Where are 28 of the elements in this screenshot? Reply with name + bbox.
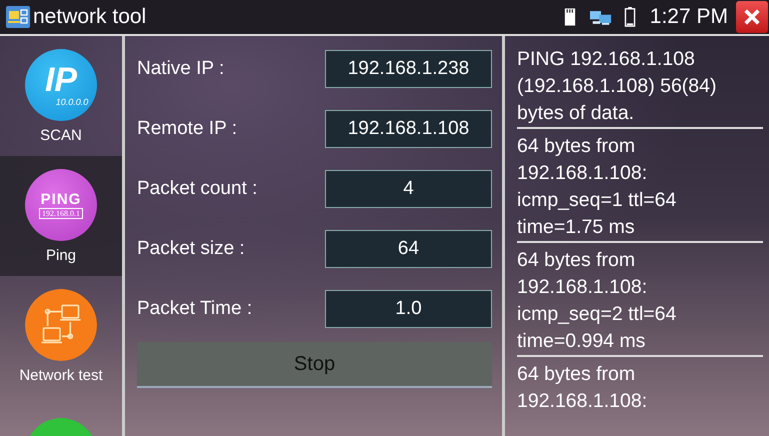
computers-icon bbox=[25, 288, 97, 360]
close-button[interactable] bbox=[736, 1, 768, 33]
ip-scan-icon: IP 10.0.0.0 bbox=[25, 48, 97, 120]
input-field[interactable]: 4 bbox=[325, 170, 492, 208]
app-icon bbox=[6, 6, 30, 28]
sd-card-icon bbox=[564, 7, 576, 27]
sidebar-item[interactable]: IP 10.0.0.0 SCAN bbox=[0, 36, 122, 156]
clock-time: 1:27 PM bbox=[650, 5, 728, 29]
log-entry: PING 192.168.1.108 (192.168.1.108) 56(84) bytes of data. bbox=[517, 46, 763, 129]
field-label: Packet size : bbox=[137, 238, 245, 260]
ping-icon: PING 192.168.0.1 bbox=[25, 168, 97, 240]
field-label: Remote IP : bbox=[137, 118, 237, 140]
field-label: Packet count : bbox=[137, 178, 258, 200]
sidebar-item[interactable]: PING 192.168.0.1 Ping bbox=[0, 156, 122, 276]
sidebar-item[interactable]: Network test bbox=[0, 276, 122, 396]
input-field[interactable]: 1.0 bbox=[325, 290, 492, 328]
close-icon bbox=[743, 8, 761, 26]
input-field[interactable]: 192.168.1.108 bbox=[325, 110, 492, 148]
log-entry: 64 bytes from 192.168.1.108: icmp_seq=2 ttl=64 time=0.994 ms bbox=[517, 247, 763, 357]
field-label: Packet Time : bbox=[137, 298, 252, 320]
input-field[interactable]: 64 bbox=[325, 230, 492, 268]
field-label: Native IP : bbox=[137, 58, 224, 80]
log-entry: 64 bytes from 192.168.1.108: bbox=[517, 362, 648, 414]
network-icon bbox=[590, 8, 612, 26]
log-entry: 64 bytes from 192.168.1.108: icmp_seq=1 ttl=64 time=1.75 ms bbox=[517, 133, 763, 243]
input-field[interactable]: 192.168.1.238 bbox=[325, 50, 492, 88]
window-title: network tool bbox=[33, 5, 146, 29]
battery-icon bbox=[624, 7, 636, 27]
